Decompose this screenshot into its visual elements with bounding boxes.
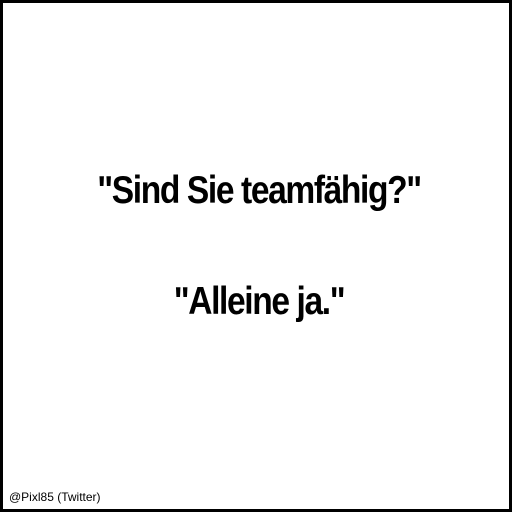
answer-text: "Alleine ja." xyxy=(173,280,346,323)
image-frame: "Sind Sie teamfähig?" "Alleine ja." @Pix… xyxy=(0,0,512,512)
question-text: "Sind Sie teamfähig?" xyxy=(97,169,422,212)
author-credit: @Pixl85 (Twitter) xyxy=(9,490,101,504)
